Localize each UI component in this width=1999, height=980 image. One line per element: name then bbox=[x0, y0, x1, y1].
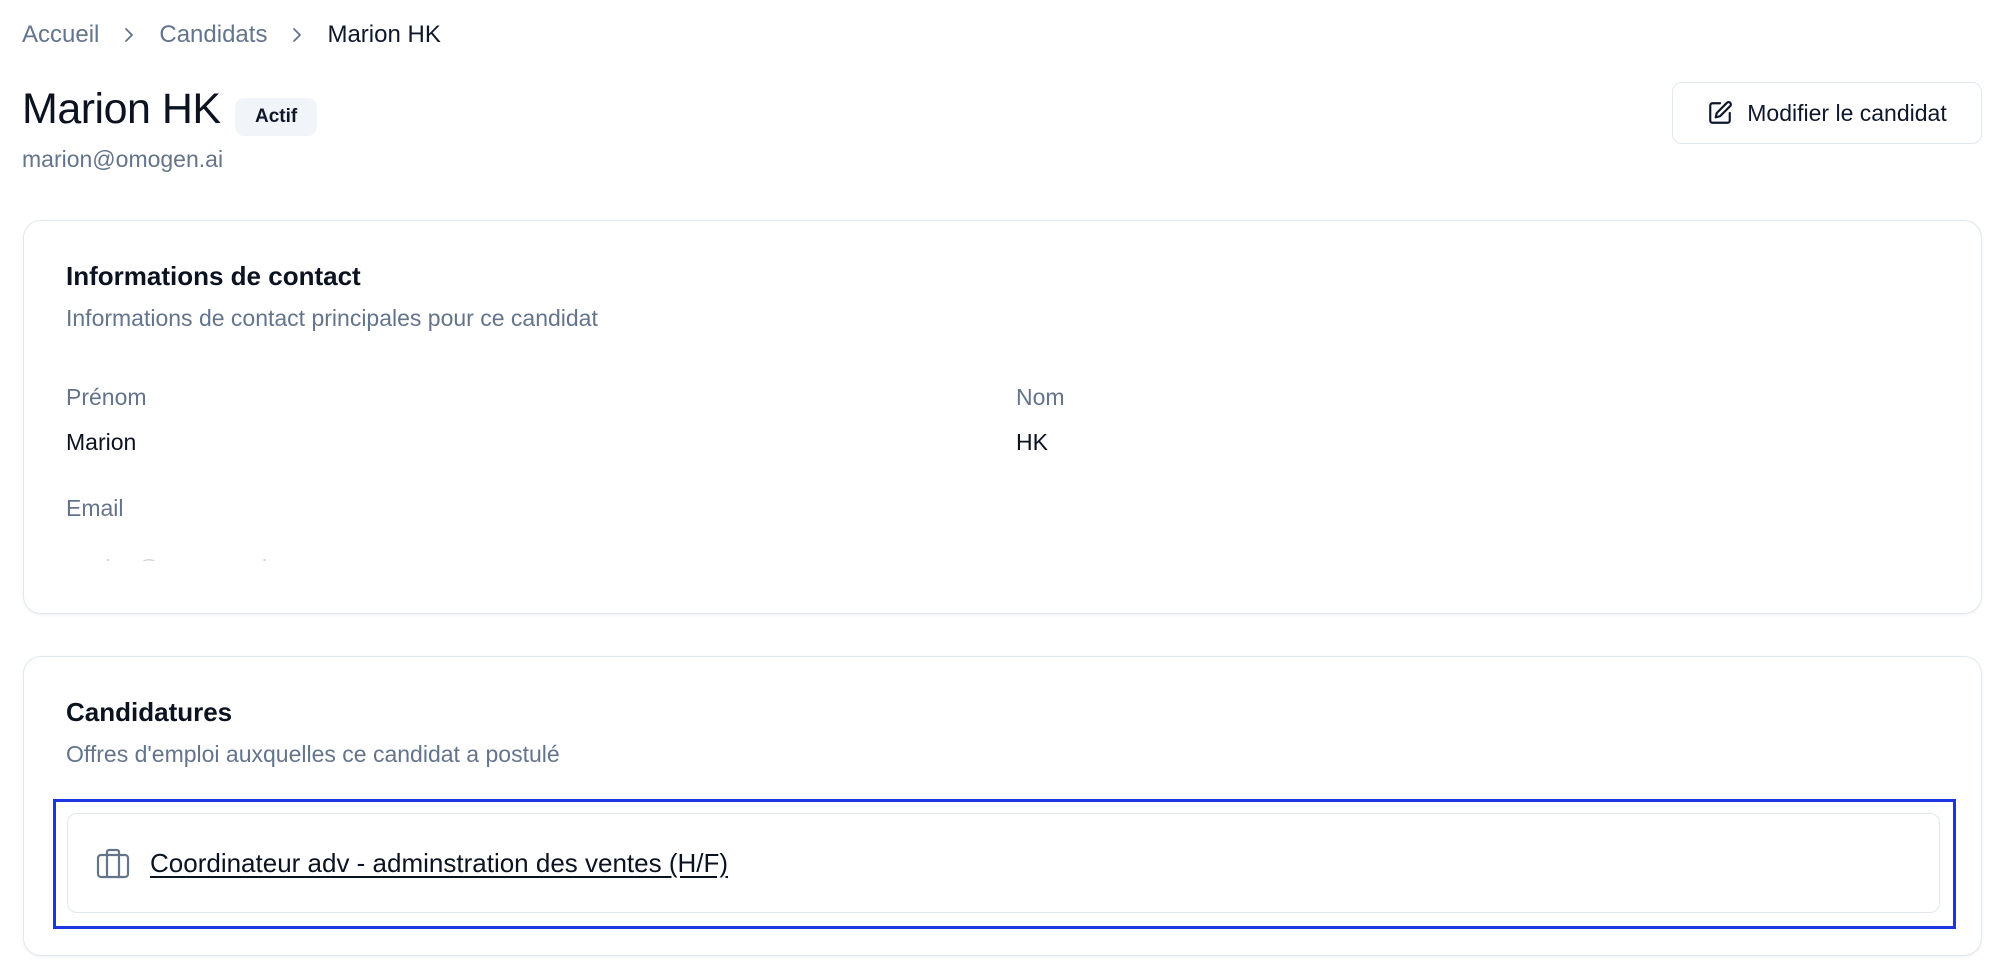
application-title-link[interactable]: Coordinateur adv - adminstration des ven… bbox=[150, 848, 728, 879]
card-title: Candidatures bbox=[66, 697, 233, 727]
briefcase-icon bbox=[96, 847, 130, 879]
first-name-value: Marion bbox=[66, 429, 137, 455]
edit-candidate-button[interactable]: Modifier le candidat bbox=[1672, 82, 1982, 144]
card-title: Informations de contact bbox=[66, 261, 361, 291]
last-name-value: HK bbox=[1016, 429, 1048, 455]
card-description: Offres d'emploi auxquelles ce candidat a… bbox=[66, 741, 560, 767]
email-label: Email bbox=[66, 495, 124, 521]
email-value-clipped: marion@omogen.ai bbox=[66, 539, 326, 561]
first-name-label: Prénom bbox=[66, 384, 147, 410]
candidate-detail-page: Accueil Candidats Marion HK Marion HK Ac… bbox=[0, 0, 1999, 980]
chevron-right-icon bbox=[99, 27, 159, 43]
page-title: Marion HK bbox=[22, 85, 221, 133]
last-name-label: Nom bbox=[1016, 384, 1065, 410]
contact-info-card: Informations de contact Informations de … bbox=[23, 220, 1982, 614]
card-description: Informations de contact principales pour… bbox=[66, 305, 598, 331]
email-value-text: marion@omogen.ai bbox=[66, 555, 267, 561]
candidate-email-subtitle: marion@omogen.ai bbox=[22, 146, 224, 172]
applications-card: Candidatures Offres d'emploi auxquelles … bbox=[23, 656, 1982, 956]
breadcrumb-item-current: Marion HK bbox=[327, 21, 441, 48]
breadcrumb: Accueil Candidats Marion HK bbox=[22, 20, 441, 50]
edit-square-icon bbox=[1707, 100, 1733, 126]
application-item[interactable]: Coordinateur adv - adminstration des ven… bbox=[67, 813, 1940, 913]
edit-button-label: Modifier le candidat bbox=[1747, 99, 1947, 126]
status-badge: Actif bbox=[235, 98, 318, 136]
chevron-right-icon bbox=[267, 27, 327, 43]
breadcrumb-item-candidats[interactable]: Candidats bbox=[159, 21, 267, 49]
breadcrumb-item-accueil[interactable]: Accueil bbox=[22, 21, 99, 49]
